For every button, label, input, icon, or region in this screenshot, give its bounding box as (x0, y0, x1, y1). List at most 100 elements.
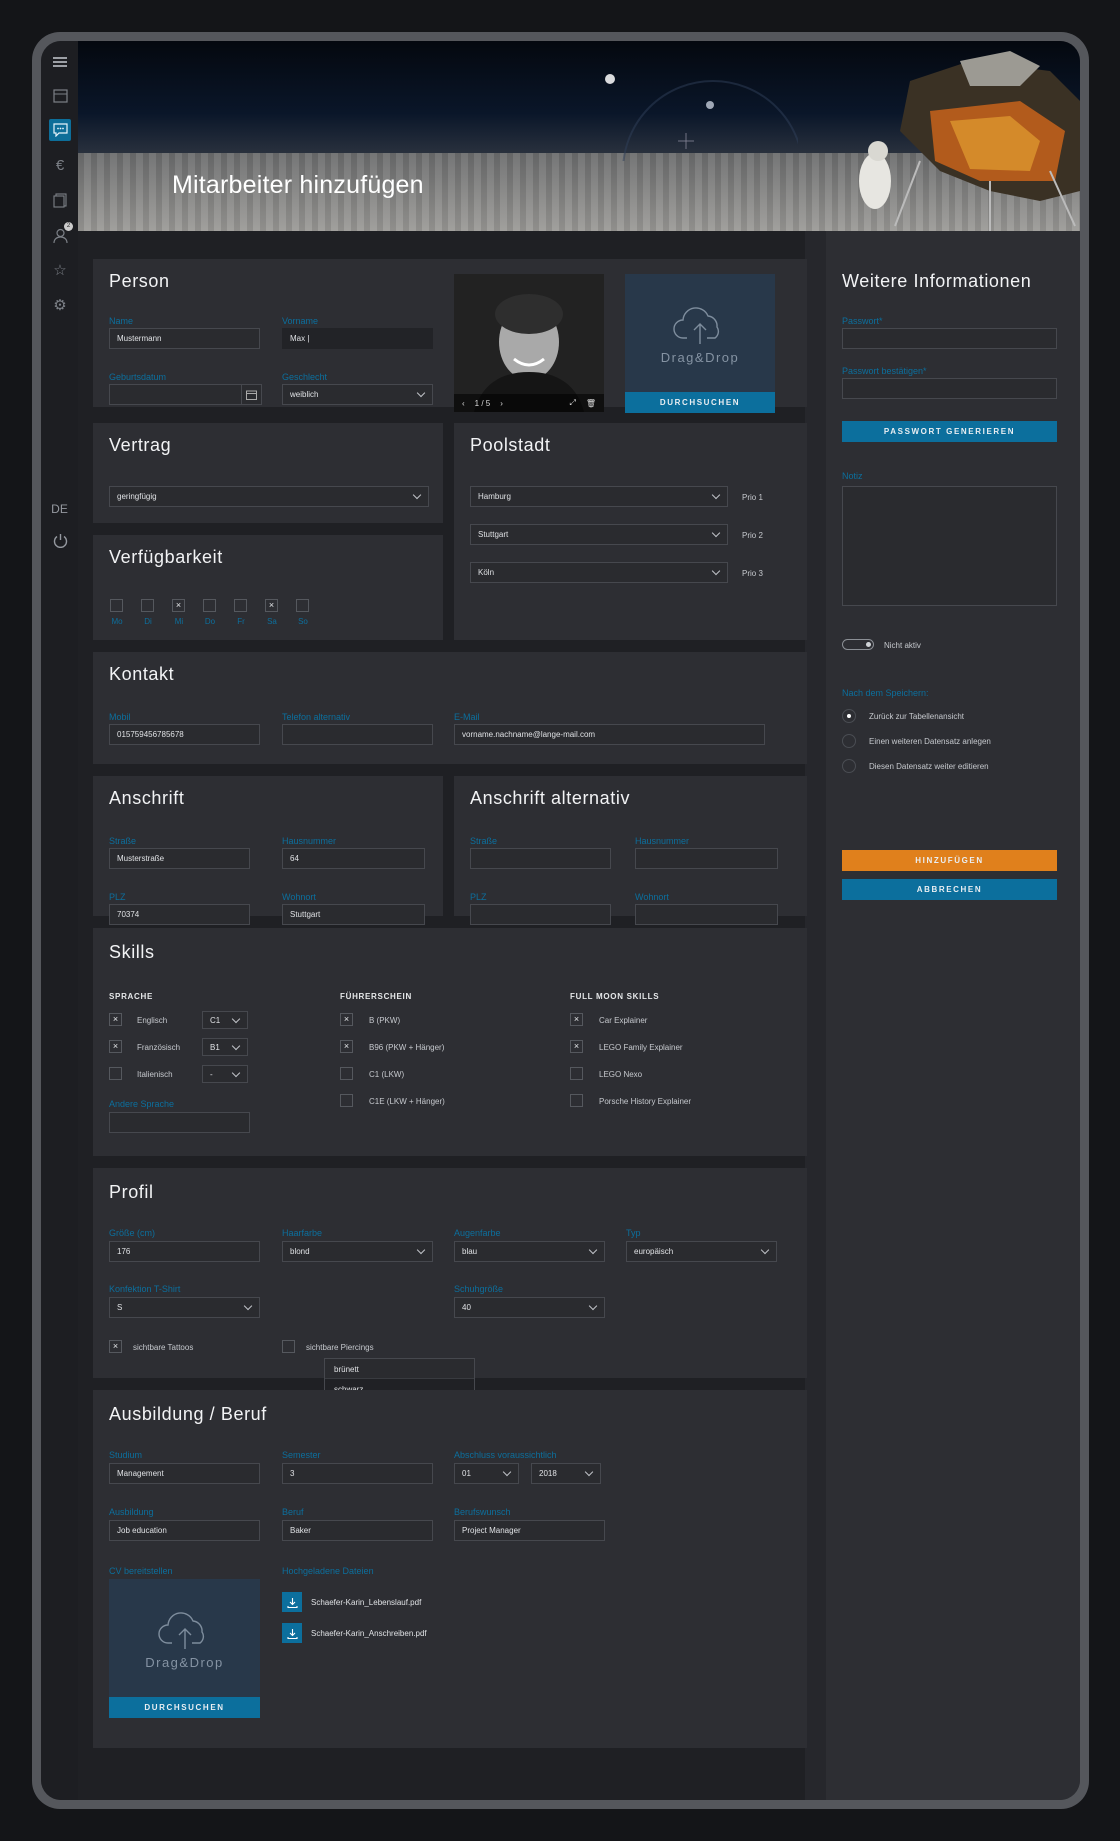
alt-strasse-input[interactable] (470, 848, 611, 869)
uploaded-file[interactable]: Schaefer-Karin_Lebenslauf.pdf (282, 1592, 421, 1612)
geburtsdatum-input[interactable] (109, 384, 262, 405)
schuhgroesse-value: 40 (462, 1303, 471, 1312)
next-photo-icon[interactable]: › (500, 399, 503, 408)
euro-icon[interactable]: € (49, 154, 71, 176)
abbrechen-button[interactable]: ABBRECHEN (842, 879, 1057, 900)
berufswunsch-input[interactable]: Project Manager (454, 1520, 605, 1541)
plz-input[interactable]: 70374 (109, 904, 250, 925)
telefon-input[interactable] (282, 724, 433, 745)
augenfarbe-select[interactable]: blau (454, 1241, 605, 1262)
page-title: Mitarbeiter hinzufügen (172, 171, 424, 199)
sprache-checkbox[interactable]: × (109, 1040, 122, 1053)
calendar-picker-icon[interactable] (241, 384, 262, 405)
passwort-generieren-button[interactable]: PASSWORT GENERIEREN (842, 421, 1057, 442)
person-section: Person Name Mustermann Vorname Max | Geb… (93, 259, 807, 413)
schuhgroesse-select[interactable]: 40 (454, 1297, 605, 1318)
abschluss-monat-select[interactable]: 01 (454, 1463, 519, 1484)
fullmoon-skill-checkbox[interactable]: × (570, 1040, 583, 1053)
beruf-input[interactable]: Baker (282, 1520, 433, 1541)
weekday-checkbox[interactable] (234, 599, 247, 612)
cv-browse-button[interactable]: DURCHSUCHEN (109, 1697, 260, 1718)
photo-dropzone[interactable]: Drag&Drop (625, 274, 775, 392)
haarfarbe-select[interactable]: blond (282, 1241, 433, 1262)
poolstadt-select[interactable]: Köln (470, 562, 728, 583)
photo-browse-button[interactable]: DURCHSUCHEN (625, 392, 775, 413)
fuehrerschein-checkbox[interactable] (340, 1094, 353, 1107)
prev-photo-icon[interactable]: ‹ (462, 399, 465, 408)
weekday-checkbox[interactable] (203, 599, 216, 612)
fullmoon-skill-checkbox[interactable] (570, 1067, 583, 1080)
groesse-input[interactable]: 176 (109, 1241, 260, 1262)
poolstadt-select[interactable]: Stuttgart (470, 524, 728, 545)
typ-select[interactable]: europäisch (626, 1241, 777, 1262)
sprache-level-select[interactable]: - (202, 1065, 248, 1083)
piercings-checkbox[interactable] (282, 1340, 295, 1353)
weekday-checkbox[interactable] (110, 599, 123, 612)
trash-icon[interactable]: 🗑 (586, 399, 596, 408)
fullmoon-skill-checkbox[interactable] (570, 1094, 583, 1107)
cv-dropzone[interactable]: Drag&Drop (109, 1579, 260, 1697)
sprache-level-select[interactable]: C1 (202, 1011, 248, 1029)
strasse-label: Straße (109, 836, 137, 846)
alt-plz-input[interactable] (470, 904, 611, 925)
sprache-level-select[interactable]: B1 (202, 1038, 248, 1056)
weekday-checkbox[interactable] (296, 599, 309, 612)
sprache-checkbox[interactable]: × (109, 1013, 122, 1026)
files-label: Hochgeladene Dateien (282, 1566, 374, 1576)
menu-icon[interactable] (49, 51, 71, 73)
haarfarbe-option[interactable]: brünett (325, 1359, 474, 1379)
language-switch[interactable]: DE (41, 502, 78, 516)
weekday-checkbox[interactable]: × (265, 599, 278, 612)
gear-icon[interactable]: ⚙ (49, 294, 71, 316)
aktiv-toggle[interactable] (842, 639, 874, 650)
after-save-radio[interactable] (842, 734, 856, 748)
augenfarbe-value: blau (462, 1247, 478, 1256)
fullmoon-skill-checkbox[interactable]: × (570, 1013, 583, 1026)
email-input[interactable]: vorname.nachname@lange-mail.com (454, 724, 765, 745)
alt-wohnort-input[interactable] (635, 904, 778, 925)
notiz-textarea[interactable] (842, 486, 1057, 606)
poolstadt-select[interactable]: Hamburg (470, 486, 728, 507)
uploaded-file[interactable]: Schaefer-Karin_Anschreiben.pdf (282, 1623, 427, 1643)
konfektion-select[interactable]: S (109, 1297, 260, 1318)
weekday-checkbox[interactable] (141, 599, 154, 612)
abschluss-jahr-select[interactable]: 2018 (531, 1463, 601, 1484)
download-icon[interactable] (282, 1623, 302, 1643)
after-save-radio[interactable] (842, 709, 856, 723)
piercings-label: sichtbare Piercings (306, 1343, 374, 1352)
vertrag-select[interactable]: geringfügig (109, 486, 429, 507)
geschlecht-label: Geschlecht (282, 372, 328, 382)
power-icon[interactable] (49, 529, 71, 551)
semester-input[interactable]: 3 (282, 1463, 433, 1484)
strasse-input[interactable]: Musterstraße (109, 848, 250, 869)
sprache-checkbox[interactable] (109, 1067, 122, 1080)
name-input[interactable]: Mustermann (109, 328, 260, 349)
calendar-icon[interactable] (49, 84, 71, 106)
fuehrerschein-checkbox[interactable] (340, 1067, 353, 1080)
mobil-input[interactable]: 015759456785678 (109, 724, 260, 745)
download-icon[interactable] (282, 1592, 302, 1612)
ausbildung-input[interactable]: Job education (109, 1520, 260, 1541)
passwort-confirm-input[interactable] (842, 378, 1057, 399)
alt-hausnummer-input[interactable] (635, 848, 778, 869)
passwort-input[interactable] (842, 328, 1057, 349)
hausnummer-input[interactable]: 64 (282, 848, 425, 869)
tattoos-checkbox[interactable]: × (109, 1340, 122, 1353)
wohnort-input[interactable]: Stuttgart (282, 904, 425, 925)
user-icon[interactable]: 2 (49, 222, 73, 246)
expand-icon[interactable]: ⤢ (569, 398, 575, 408)
studium-input[interactable]: Management (109, 1463, 260, 1484)
chat-icon[interactable] (49, 119, 71, 141)
star-icon[interactable]: ☆ (49, 259, 71, 281)
after-save-radio-label: Diesen Datensatz weiter editieren (869, 762, 989, 771)
geschlecht-select[interactable]: weiblich (282, 384, 433, 405)
fuehrerschein-checkbox[interactable]: × (340, 1013, 353, 1026)
vorname-input[interactable]: Max | (282, 328, 433, 349)
weekday-checkbox[interactable]: × (172, 599, 185, 612)
fuehrerschein-checkbox[interactable]: × (340, 1040, 353, 1053)
after-save-radio[interactable] (842, 759, 856, 773)
andere-sprache-input[interactable] (109, 1112, 250, 1133)
prio-label: Prio 2 (742, 531, 763, 540)
documents-icon[interactable] (49, 189, 71, 211)
hinzufuegen-button[interactable]: HINZUFÜGEN (842, 850, 1057, 871)
